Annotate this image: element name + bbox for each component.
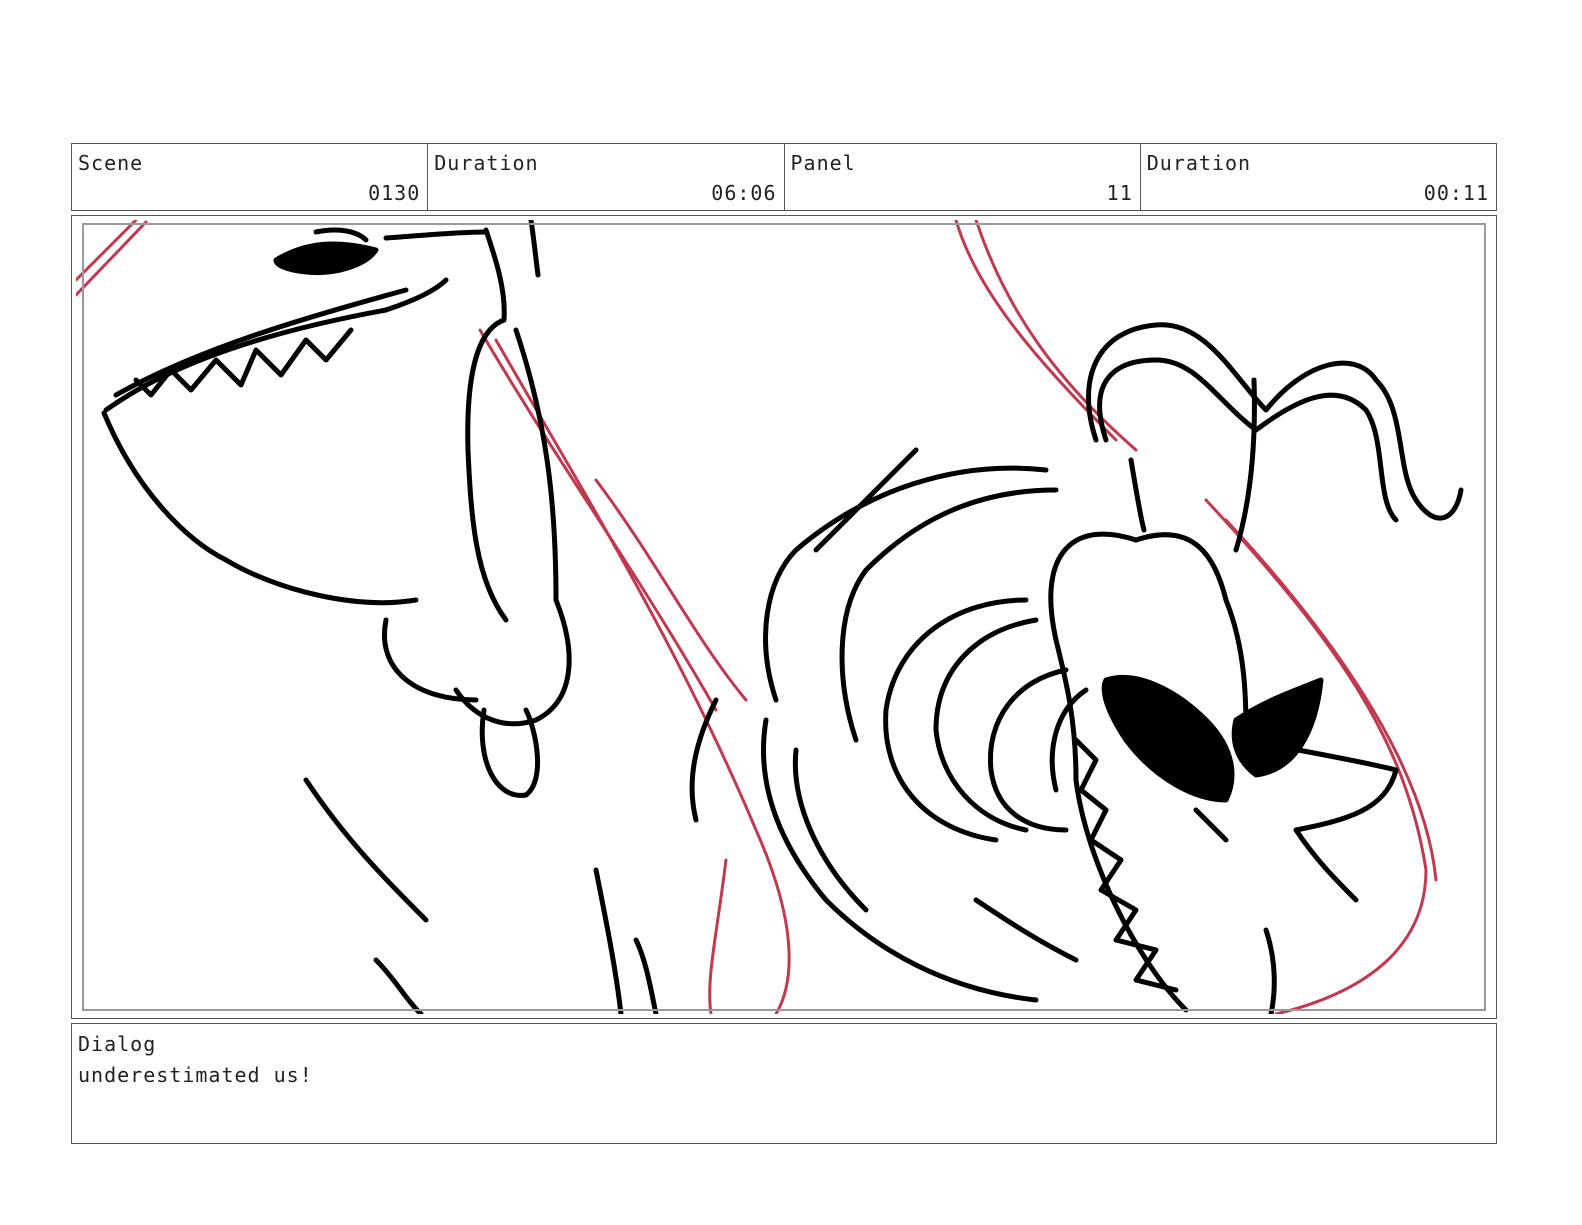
panel-duration-label: Duration <box>1146 151 1252 175</box>
panel-duration-value: 00:11 <box>1423 181 1489 205</box>
dialog-box: Dialog underestimated us! <box>71 1023 1497 1144</box>
dialog-label: Dialog <box>78 1032 157 1056</box>
storyboard-header: Scene 0130 Duration 06:06 Panel 11 Durat… <box>71 143 1497 211</box>
scene-duration-cell: Duration 06:06 <box>428 144 785 210</box>
panel-safe-area-frame <box>82 223 1486 1011</box>
panel-number: 11 <box>1106 181 1133 205</box>
panel-duration-cell: Duration 00:11 <box>1141 144 1496 210</box>
scene-number: 0130 <box>368 181 421 205</box>
scene-cell: Scene 0130 <box>72 144 429 210</box>
storyboard-panel-frame <box>71 215 1497 1019</box>
scene-label: Scene <box>78 151 144 175</box>
dialog-text: underestimated us! <box>78 1063 313 1087</box>
panel-cell: Panel 11 <box>785 144 1141 210</box>
panel-label: Panel <box>790 151 856 175</box>
scene-duration-label: Duration <box>434 151 539 175</box>
scene-duration-value: 06:06 <box>711 181 777 205</box>
